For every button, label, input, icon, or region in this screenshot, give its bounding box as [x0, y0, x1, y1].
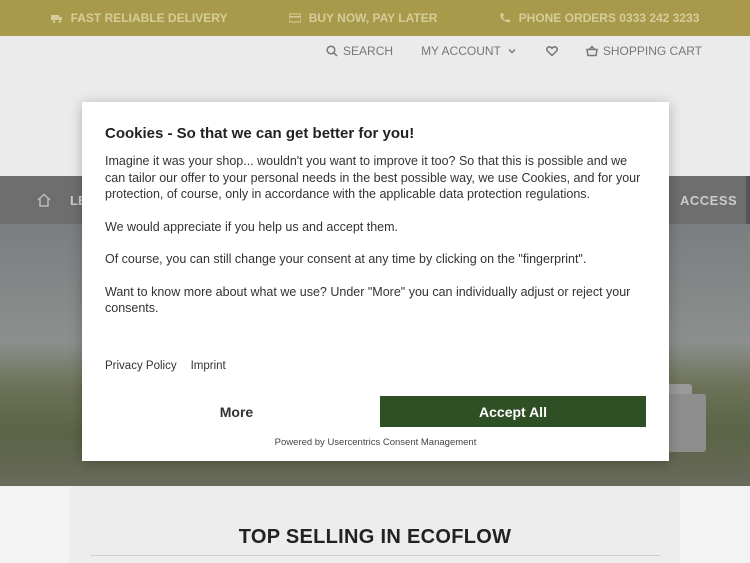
- imprint-link[interactable]: Imprint: [191, 360, 226, 372]
- dialog-title: Cookies - So that we can get better for …: [105, 125, 415, 142]
- dialog-paragraph: Want to know more about what we use? Und…: [105, 284, 631, 316]
- dialog-paragraph: Of course, you can still change your con…: [105, 252, 587, 266]
- privacy-policy-link[interactable]: Privacy Policy: [105, 360, 177, 372]
- dialog-links: Privacy Policy Imprint: [105, 360, 226, 372]
- dialog-body: Imagine it was your shop... wouldn't you…: [105, 153, 645, 333]
- more-button[interactable]: More: [105, 396, 368, 427]
- dialog-paragraph: Imagine it was your shop... wouldn't you…: [105, 154, 641, 201]
- powered-by-label: Powered by Usercentrics Consent Manageme…: [274, 437, 477, 448]
- dialog-paragraph: We would appreciate if you help us and a…: [105, 219, 398, 234]
- cookie-consent-dialog: Cookies - So that we can get better for …: [82, 102, 669, 461]
- accept-all-button[interactable]: Accept All: [380, 396, 646, 427]
